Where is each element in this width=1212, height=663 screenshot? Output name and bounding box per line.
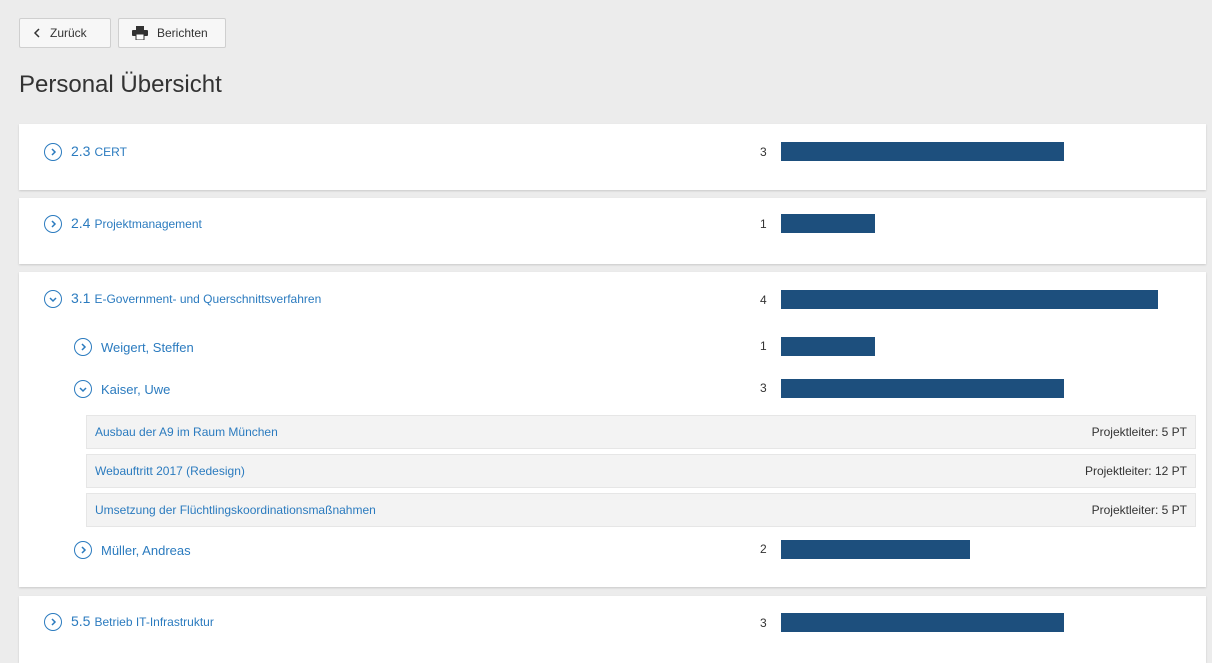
group-count: 3 xyxy=(760,616,767,630)
group-count: 3 xyxy=(760,145,767,159)
count-bar xyxy=(781,540,970,559)
project-role: Projektleiter: 5 PT xyxy=(1091,425,1187,439)
back-button[interactable]: Zurück xyxy=(19,18,111,48)
group-panel-2-3: 2.3 CERT 3 xyxy=(19,124,1206,190)
group-label[interactable]: 5.5 Betrieb IT-Infrastruktur xyxy=(71,613,214,629)
count-bar xyxy=(781,290,1158,309)
person-count: 1 xyxy=(760,339,767,353)
chevron-down-icon[interactable] xyxy=(44,290,62,308)
person-count: 2 xyxy=(760,542,767,556)
chevron-right-icon[interactable] xyxy=(74,541,92,559)
group-label[interactable]: 2.3 CERT xyxy=(71,143,127,159)
group-label[interactable]: 2.4 Projektmanagement xyxy=(71,215,202,231)
project-name[interactable]: Webauftritt 2017 (Redesign) xyxy=(95,464,245,478)
project-name[interactable]: Ausbau der A9 im Raum München xyxy=(95,425,278,439)
person-count: 3 xyxy=(760,381,767,395)
count-bar xyxy=(781,379,1064,398)
count-bar xyxy=(781,142,1064,161)
chevron-left-icon xyxy=(33,28,41,38)
project-name[interactable]: Umsetzung der Flüchtlingskoordinationsma… xyxy=(95,503,376,517)
group-row-5-5[interactable]: 5.5 Betrieb IT-Infrastruktur 3 xyxy=(19,610,1206,634)
group-number: 2.4 xyxy=(71,215,91,231)
person-name[interactable]: Müller, Andreas xyxy=(101,543,191,558)
group-panel-2-4: 2.4 Projektmanagement 1 xyxy=(19,198,1206,264)
group-name: Projektmanagement xyxy=(94,217,202,231)
project-row[interactable]: Webauftritt 2017 (Redesign) Projektleite… xyxy=(86,454,1196,488)
printer-icon xyxy=(132,26,148,40)
group-name: Betrieb IT-Infrastruktur xyxy=(94,615,214,629)
report-button-label: Berichten xyxy=(157,26,208,40)
project-row[interactable]: Umsetzung der Flüchtlingskoordinationsma… xyxy=(86,493,1196,527)
page-title: Personal Übersicht xyxy=(19,71,222,98)
group-number: 5.5 xyxy=(71,613,91,629)
count-bar xyxy=(781,214,875,233)
group-panel-3-1: 3.1 E-Government- und Querschnittsverfahr… xyxy=(19,272,1206,587)
chevron-right-icon[interactable] xyxy=(44,215,62,233)
count-bar xyxy=(781,613,1064,632)
project-row[interactable]: Ausbau der A9 im Raum München Projektlei… xyxy=(86,415,1196,449)
count-bar xyxy=(781,337,875,356)
person-row[interactable]: Kaiser, Uwe 3 xyxy=(19,377,1206,401)
person-name[interactable]: Kaiser, Uwe xyxy=(101,382,170,397)
group-label[interactable]: 3.1 E-Government- und Querschnittsverfahr… xyxy=(71,290,321,306)
person-row[interactable]: Weigert, Steffen 1 xyxy=(19,335,1206,359)
toolbar: Zurück Berichten xyxy=(19,18,226,48)
group-name: E-Government- und Querschnittsverfahren xyxy=(94,292,322,306)
person-row[interactable]: Müller, Andreas 2 xyxy=(19,538,1206,562)
group-number: 2.3 xyxy=(71,143,91,159)
group-row-2-4[interactable]: 2.4 Projektmanagement 1 xyxy=(19,212,1206,236)
project-role: Projektleiter: 12 PT xyxy=(1084,464,1187,478)
group-number: 3.1 xyxy=(71,290,91,306)
chevron-right-icon[interactable] xyxy=(44,613,62,631)
group-name: CERT xyxy=(94,145,127,159)
group-panel-5-5: 5.5 Betrieb IT-Infrastruktur 3 xyxy=(19,596,1206,663)
chevron-down-icon[interactable] xyxy=(74,380,92,398)
chevron-right-icon[interactable] xyxy=(74,338,92,356)
group-row-2-3[interactable]: 2.3 CERT 3 xyxy=(19,140,1206,164)
group-count: 4 xyxy=(760,293,767,307)
person-name[interactable]: Weigert, Steffen xyxy=(101,340,194,355)
report-button[interactable]: Berichten xyxy=(118,18,226,48)
chevron-right-icon[interactable] xyxy=(44,143,62,161)
group-row-3-1[interactable]: 3.1 E-Government- und Querschnittsverfahr… xyxy=(19,287,1206,311)
project-role: Projektleiter: 5 PT xyxy=(1091,503,1187,517)
group-count: 1 xyxy=(760,217,767,231)
back-button-label: Zurück xyxy=(50,26,87,40)
